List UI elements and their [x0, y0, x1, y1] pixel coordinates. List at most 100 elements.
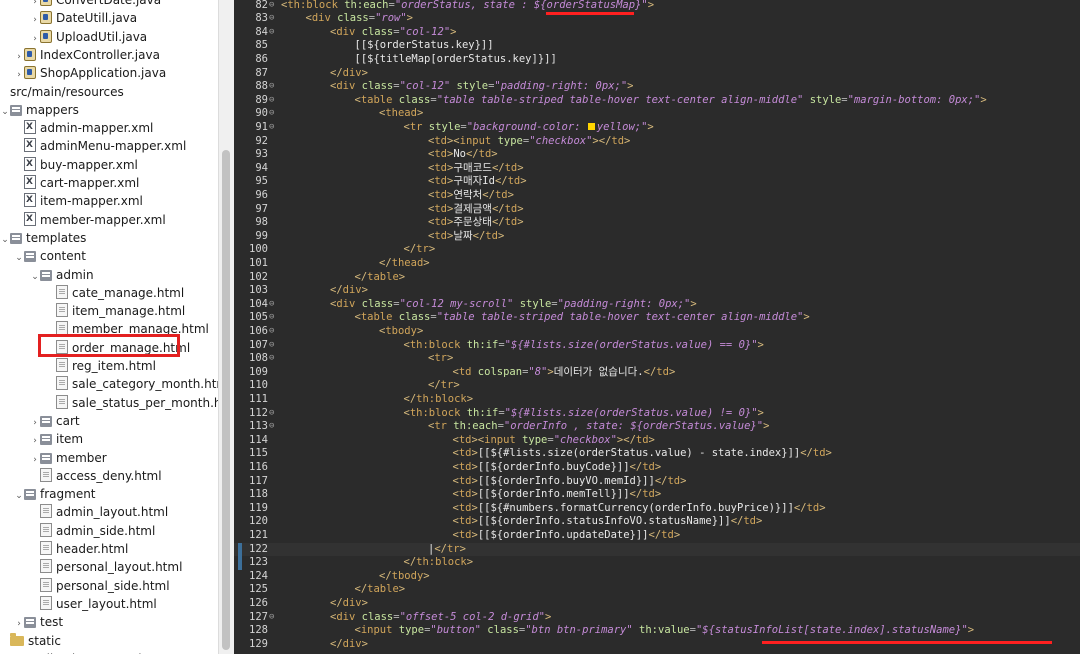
- code-line[interactable]: 125 </table>: [234, 583, 1080, 597]
- tree-item[interactable]: admin_layout.html: [0, 503, 168, 521]
- chevron-down-icon[interactable]: ⌄: [0, 231, 10, 249]
- code-line[interactable]: 106 ⊖ <tbody>: [234, 325, 1080, 339]
- tree-item[interactable]: application.properties: [0, 650, 155, 654]
- code-line[interactable]: 123 </th:block>: [234, 556, 1080, 570]
- code-line[interactable]: 119 <td>[[${#numbers.formatCurrency(order…: [234, 502, 1080, 516]
- code-line[interactable]: 116 <td>[[${orderInfo.buyCode}]]</td>: [234, 461, 1080, 475]
- fold-toggle-icon[interactable]: ⊖: [269, 298, 275, 312]
- code-line[interactable]: 114 <td><input type="checkbox"></td>: [234, 434, 1080, 448]
- code-line[interactable]: 98 <td>주문상태</td>: [234, 216, 1080, 230]
- tree-item[interactable]: ⌄ content: [0, 247, 86, 265]
- tree-item[interactable]: admin_side.html: [0, 522, 155, 540]
- tree-item[interactable]: member-mapper.xml: [0, 210, 166, 229]
- fold-toggle-icon[interactable]: ⊖: [269, 311, 275, 325]
- tree-item[interactable]: › cart: [0, 412, 79, 432]
- fold-toggle-icon[interactable]: ⊖: [269, 325, 275, 339]
- chevron-right-icon[interactable]: ›: [30, 11, 40, 29]
- tree-item[interactable]: access_deny.html: [0, 467, 162, 485]
- fold-toggle-icon[interactable]: ⊖: [269, 121, 275, 135]
- code-line[interactable]: 122 |</tr>: [234, 542, 1080, 557]
- code-line[interactable]: 105 ⊖ <table class="table table-striped ta…: [234, 311, 1080, 325]
- code-line[interactable]: 104 ⊖ <div class="col-12 my-scroll" style=…: [234, 298, 1080, 312]
- tree-item[interactable]: sale_category_month.html: [0, 375, 218, 393]
- tree-item[interactable]: header.html: [0, 540, 128, 558]
- code-line[interactable]: 97 <td>결제금액</td>: [234, 203, 1080, 217]
- code-line[interactable]: 129 </div>: [234, 638, 1080, 652]
- code-line[interactable]: 84 ⊖ <div class="col-12">: [234, 26, 1080, 40]
- code-line[interactable]: 121 <td>[[${orderInfo.updateDate}]]</td>: [234, 529, 1080, 543]
- code-line[interactable]: 117 <td>[[${orderInfo.buyVO.memId}]]</td>: [234, 475, 1080, 489]
- fold-toggle-icon[interactable]: ⊖: [269, 420, 275, 434]
- tree-item[interactable]: admin-mapper.xml: [0, 118, 153, 137]
- chevron-down-icon[interactable]: ⌄: [14, 487, 24, 505]
- fold-toggle-icon[interactable]: ⊖: [269, 26, 275, 40]
- code-line[interactable]: 115 <td>[[${#lists.size(orderStatus.value…: [234, 447, 1080, 461]
- code-line[interactable]: 91 ⊖ <tr style="background-color: yellow;"…: [234, 121, 1080, 135]
- code-line[interactable]: 100 </tr>: [234, 243, 1080, 257]
- fold-toggle-icon[interactable]: ⊖: [269, 339, 275, 353]
- fold-toggle-icon[interactable]: ⊖: [269, 611, 275, 625]
- code-line[interactable]: 92 <td><input type="checkbox"></td>: [234, 135, 1080, 149]
- code-line[interactable]: 126 </div>: [234, 597, 1080, 611]
- code-line[interactable]: 90 ⊖ <thead>: [234, 107, 1080, 121]
- tree-item[interactable]: › member: [0, 449, 107, 467]
- code-line[interactable]: 113 ⊖ <tr th:each="orderInfo , state: ${or…: [234, 420, 1080, 434]
- code-line[interactable]: 87 </div>: [234, 67, 1080, 81]
- fold-toggle-icon[interactable]: ⊖: [269, 0, 275, 12]
- chevron-right-icon[interactable]: ›: [30, 414, 40, 432]
- code-editor[interactable]: 82 ⊖ <th:block th:each="orderStatus, state…: [234, 0, 1080, 654]
- fold-toggle-icon[interactable]: ⊖: [269, 94, 275, 108]
- tree-item[interactable]: cate_manage.html: [0, 284, 184, 302]
- code-line[interactable]: 128 <input type="button" class="btn btn-p…: [234, 624, 1080, 638]
- tree-item[interactable]: personal_side.html: [0, 577, 170, 595]
- chevron-down-icon[interactable]: ⌄: [30, 268, 40, 286]
- tree-item[interactable]: ⌄ mappers: [0, 101, 79, 119]
- tree-item[interactable]: item_manage.html: [0, 302, 185, 320]
- code-line[interactable]: 110 </tr>: [234, 379, 1080, 393]
- tree-item[interactable]: user_layout.html: [0, 595, 157, 613]
- tree-item[interactable]: buy-mapper.xml: [0, 155, 138, 174]
- fold-toggle-icon[interactable]: ⊖: [269, 352, 275, 366]
- tree-item[interactable]: adminMenu-mapper.xml: [0, 136, 186, 155]
- code-line[interactable]: 95 <td>구매자Id</td>: [234, 175, 1080, 189]
- chevron-right-icon[interactable]: ›: [30, 432, 40, 450]
- code-line[interactable]: 120 <td>[[${orderInfo.statusInfoVO.status…: [234, 515, 1080, 529]
- code-line[interactable]: 96 <td>연락처</td>: [234, 189, 1080, 203]
- tree-item[interactable]: › test: [0, 613, 63, 631]
- code-line[interactable]: 124 </tbody>: [234, 570, 1080, 584]
- chevron-down-icon[interactable]: ⌄: [14, 249, 24, 267]
- chevron-right-icon[interactable]: ›: [14, 48, 24, 66]
- tree-item[interactable]: sale_status_per_month.html: [0, 394, 218, 412]
- tree-item[interactable]: cart-mapper.xml: [0, 173, 139, 192]
- code-line[interactable]: 89 ⊖ <table class="table table-striped tab…: [234, 94, 1080, 108]
- fold-toggle-icon[interactable]: ⊖: [269, 407, 275, 421]
- tree-item[interactable]: › DateUtill.java: [0, 9, 137, 27]
- code-line[interactable]: 82 ⊖ <th:block th:each="orderStatus, state…: [234, 0, 1080, 12]
- code-line[interactable]: 85 [[${orderStatus.key}]]: [234, 39, 1080, 53]
- code-line[interactable]: 109 <td colspan="8">데이터가 없습니다.</td>: [234, 366, 1080, 380]
- tree-item[interactable]: ⌄ templates: [0, 229, 86, 247]
- tree-item[interactable]: item-mapper.xml: [0, 191, 143, 210]
- chevron-right-icon[interactable]: ›: [30, 451, 40, 469]
- tree-item[interactable]: › ShopApplication.java: [0, 64, 166, 82]
- tree-item[interactable]: static: [0, 632, 61, 650]
- tree-item[interactable]: › IndexController.java: [0, 46, 160, 64]
- code-line[interactable]: 101 </thead>: [234, 257, 1080, 271]
- code-line[interactable]: 102 </table>: [234, 271, 1080, 285]
- code-line[interactable]: 83 ⊖ <div class="row">: [234, 12, 1080, 26]
- code-line[interactable]: 112 ⊖ <th:block th:if="${#lists.size(order…: [234, 407, 1080, 421]
- fold-toggle-icon[interactable]: ⊖: [269, 80, 275, 94]
- code-line[interactable]: 93 <td>No</td>: [234, 148, 1080, 162]
- chevron-right-icon[interactable]: ›: [14, 66, 24, 84]
- code-line[interactable]: 88 ⊖ <div class="col-12" style="padding-ri…: [234, 80, 1080, 94]
- fold-toggle-icon[interactable]: ⊖: [269, 12, 275, 26]
- code-line[interactable]: 118 <td>[[${orderInfo.memTell}]]</td>: [234, 488, 1080, 502]
- code-line[interactable]: 111 </th:block>: [234, 393, 1080, 407]
- tree-item[interactable]: › UploadUtil.java: [0, 28, 147, 46]
- code-line[interactable]: 108 ⊖ <tr>: [234, 352, 1080, 366]
- code-line[interactable]: 103 </div>: [234, 284, 1080, 298]
- fold-toggle-icon[interactable]: ⊖: [269, 107, 275, 121]
- code-line[interactable]: 127 ⊖ <div class="offset-5 col-2 d-grid">: [234, 611, 1080, 625]
- tree-item[interactable]: personal_layout.html: [0, 558, 182, 576]
- code-line[interactable]: 99 <td>날짜</td>: [234, 230, 1080, 244]
